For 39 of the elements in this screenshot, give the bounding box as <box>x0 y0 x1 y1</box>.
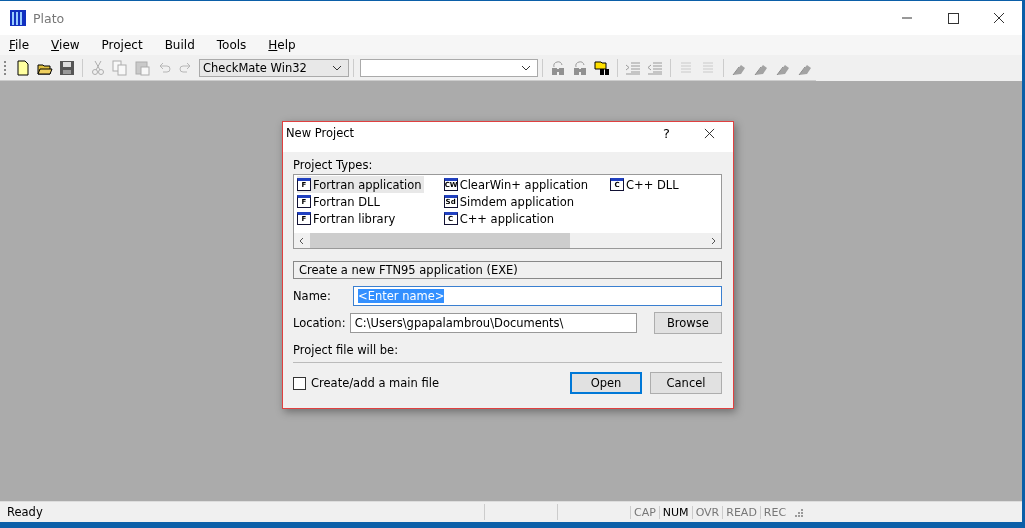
project-file-label: Project file will be: <box>293 343 400 357</box>
status-indicator: OVR <box>691 505 723 519</box>
status-indicator: READ <box>722 505 760 519</box>
project-types-label: Project Types: <box>293 158 374 172</box>
new-file-icon[interactable] <box>15 59 31 76</box>
chevron-right-icon[interactable] <box>709 236 717 245</box>
menu-item[interactable]: Project <box>95 38 149 52</box>
checkbox-label[interactable]: Create/add a main file <box>311 376 439 390</box>
status-indicator: CAP <box>630 505 659 519</box>
dialog-title: New Project <box>286 126 355 140</box>
menu-item[interactable]: View <box>45 38 86 52</box>
checkbox[interactable] <box>293 376 306 390</box>
browse-button[interactable]: Browse <box>653 312 722 334</box>
name-label: Name: <box>293 289 332 303</box>
location-label: Location: <box>293 316 347 330</box>
menu-item[interactable]: Build <box>158 38 201 52</box>
close-icon[interactable] <box>704 127 715 139</box>
status-text: Ready <box>6 505 44 519</box>
status-indicator: NUM <box>658 505 692 519</box>
cancel-button[interactable]: Cancel <box>650 372 722 394</box>
menu-item[interactable]: Tools <box>210 38 253 52</box>
status-indicator: REC <box>759 505 790 519</box>
save-icon[interactable] <box>59 59 75 76</box>
window-title: Plato <box>33 10 65 26</box>
folder-binoculars-icon[interactable] <box>594 59 610 76</box>
app-icon <box>10 10 26 26</box>
menu-item[interactable]: Help <box>262 38 302 52</box>
resize-grip-icon[interactable] <box>793 507 804 517</box>
horizontal-scrollbar[interactable] <box>294 233 721 248</box>
chevron-down-icon <box>332 64 342 71</box>
chevron-down-icon <box>521 64 531 71</box>
open-button[interactable]: Open <box>570 372 642 394</box>
configuration-dropdown[interactable]: CheckMate Win32 <box>199 58 349 77</box>
dropdown[interactable] <box>360 58 538 77</box>
help-button[interactable]: ? <box>663 125 670 141</box>
location-field[interactable]: C:\Users\gpapalambrou\Documents\ <box>349 313 637 333</box>
menu-item[interactable]: File <box>3 38 36 52</box>
description-text: Create a new FTN95 application (EXE) <box>293 261 722 279</box>
chevron-left-icon[interactable] <box>298 236 306 245</box>
